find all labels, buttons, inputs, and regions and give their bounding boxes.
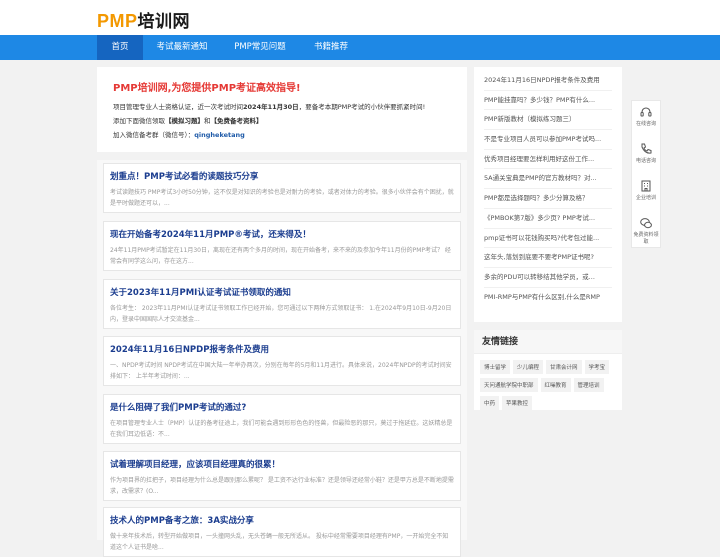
site-logo[interactable]: PMP培训网 xyxy=(97,7,190,32)
sidebar-link[interactable]: 2024年11月16日NPDP报考条件及费用 xyxy=(484,71,612,91)
friend-link[interactable]: 中药 xyxy=(480,396,500,410)
building-icon xyxy=(641,180,651,192)
article-title[interactable]: 是什么阻碍了我们PMP考试的通过? xyxy=(110,401,454,413)
sidebar-link[interactable]: pmp证书可以花钱购买吗?代考包过能... xyxy=(484,229,612,249)
corporate-training-label: 企业培训 xyxy=(635,195,656,201)
friend-link[interactable]: 红噪教育 xyxy=(540,378,571,392)
friend-link[interactable]: 少儿编程 xyxy=(513,360,544,374)
nav-exam-news[interactable]: 考试最新通知 xyxy=(150,35,214,60)
hero-line-exam-date: 项目管理专业人士资格认证，近一次考试时间2024年11月30日，要备考本期PMP… xyxy=(113,103,426,111)
logo-latin: PMP xyxy=(97,11,138,31)
sidebar-link[interactable]: PMP新版教材（模拟练习题三） xyxy=(484,110,612,131)
floating-contact-bar: 在线咨询 电话咨询 企业培训 免费资料领取 xyxy=(631,100,661,248)
friend-link[interactable]: 天问通航学院中职部 xyxy=(480,378,538,392)
friend-link[interactable]: 苹果教控 xyxy=(502,396,533,410)
article-title[interactable]: 划重点！PMP考试必看的读题技巧分享 xyxy=(110,170,454,182)
sidebar-link[interactable]: PMI-RMP与PMP有什么区别,什么是RMP xyxy=(484,288,612,308)
article-card[interactable]: 试着理解项目经理，应该项目经理真的很累！ 作为项目界的扛把子，项目经理为什么总是… xyxy=(103,451,461,501)
friend-link[interactable]: 甘肃会计网 xyxy=(546,360,582,374)
article-summary: 一、NPDP考试时间 NPDP考试在中国大陆一年举办两次，分别在每年的5月和11… xyxy=(110,362,452,380)
sidebar-link[interactable]: 《PMBOK第7版》多少页? PMP考试... xyxy=(484,209,612,229)
article-list: 划重点！PMP考试必看的读题技巧分享 考试读题技巧 PMP考试3小时50分钟，这… xyxy=(97,160,467,557)
sidebar-link[interactable]: 多余的PDU可以转移结其他学员，或... xyxy=(484,268,612,288)
friend-link[interactable]: 博士留学 xyxy=(480,360,511,374)
friend-links-title: 友情链接 xyxy=(474,330,622,354)
wechat-icon xyxy=(640,218,652,229)
sidebar-link[interactable]: 优秀项目经理要怎样利用好这份工作... xyxy=(484,150,612,170)
article-card[interactable]: 关于2023年11月PMI认证考试证书领取的通知 各位考生： 2023年11月P… xyxy=(103,279,461,329)
nav-pmp-faq[interactable]: PMP常见问题 xyxy=(228,35,292,60)
headset-icon xyxy=(640,107,652,117)
nav-home[interactable]: 首页 xyxy=(97,35,143,60)
sidebar-link[interactable]: PMP能挂靠吗？多少钱？PMP有什么... xyxy=(484,91,612,111)
article-summary: 做十来年技术后，转型开始做项目，一头撞网头乱，无头苍蝇一般无所适从。 投标中经常… xyxy=(110,533,449,551)
article-summary: 在项目管理专业人士（PMP）认证的备考征途上，我们可能会遇到形形色色的怪兽，但最… xyxy=(110,420,453,438)
main-nav: 首页 考试最新通知 PMP常见问题 书籍推荐 xyxy=(0,35,720,60)
wechat-id: qingheketang xyxy=(194,131,245,139)
sidebar-link[interactable]: 这年头,落划到底要不要考PMP证书呢? xyxy=(484,248,612,268)
nav-book-recommend[interactable]: 书籍推荐 xyxy=(306,35,356,60)
article-title[interactable]: 现在开始备考2024年11月PMP®考试，还来得及！ xyxy=(110,228,454,240)
main-content: PMP培训网,为您提供PMP考证高效指导! 项目管理专业人士资格认证，近一次考试… xyxy=(97,67,467,152)
logo-cn: 培训网 xyxy=(137,12,191,32)
sidebar-link[interactable]: 5A通关宝典是PMP的官方教材吗？对... xyxy=(484,169,612,190)
friend-links-panel: 友情链接 博士留学 少儿编程 甘肃会计网 学考宝 天问通航学院中职部 红噪教育 … xyxy=(474,330,622,410)
free-materials-label: 免费资料领取 xyxy=(633,232,659,245)
sidebar-link[interactable]: PMP都是选择题吗？多少分算及格？ xyxy=(484,189,612,209)
hero-banner: PMP培训网,为您提供PMP考证高效指导! 项目管理专业人士资格认证，近一次考试… xyxy=(97,67,467,152)
hero-title: PMP培训网,为您提供PMP考证高效指导! xyxy=(113,83,301,94)
online-consult-button[interactable]: 在线咨询 xyxy=(632,101,660,138)
article-title[interactable]: 关于2023年11月PMI认证考试证书领取的通知 xyxy=(110,286,454,298)
article-card[interactable]: 现在开始备考2024年11月PMP®考试，还来得及！ 24年11月PMP考试暂定… xyxy=(103,221,461,271)
hero-line-materials: 添加下面微信领取【模拟习题】和【免费备考资料】 xyxy=(113,117,263,125)
sidebar-hot-links: 2024年11月16日NPDP报考条件及费用 PMP能挂靠吗？多少钱？PMP有什… xyxy=(474,67,622,322)
article-summary: 各位考生： 2023年11月PMI认证考试证书领取工作已经开始，您可通过以下两种… xyxy=(110,305,452,323)
article-title[interactable]: 试着理解项目经理，应该项目经理真的很累！ xyxy=(110,458,454,470)
article-summary: 作为项目界的扛把子，项目经理为什么总是跟别那么累呢？ 是工资不达行业标准？还是领… xyxy=(110,477,454,495)
online-consult-label: 在线咨询 xyxy=(635,121,656,127)
article-summary: 24年11月PMP考试暂定在11月30日，离现在还有两个多月的时间，现在开始备考… xyxy=(110,247,451,265)
article-title[interactable]: 技术人的PMP备考之旅：3A实战分享 xyxy=(110,514,454,526)
phone-icon xyxy=(641,143,652,154)
article-summary: 考试读题技巧 PMP考试3小时50分钟，这不仅是对知识的考验也是对耐力的考验，或… xyxy=(110,189,454,207)
site-header: PMP培训网 xyxy=(0,0,720,35)
phone-consult-button[interactable]: 电话咨询 xyxy=(632,138,660,175)
free-materials-button[interactable]: 免费资料领取 xyxy=(632,212,660,249)
article-card[interactable]: 技术人的PMP备考之旅：3A实战分享 做十来年技术后，转型开始做项目，一头撞网头… xyxy=(103,507,461,557)
corporate-training-button[interactable]: 企业培训 xyxy=(632,175,660,212)
article-card[interactable]: 2024年11月16日NPDP报考条件及费用 一、NPDP考试时间 NPDP考试… xyxy=(103,336,461,386)
friend-link[interactable]: 学考宝 xyxy=(584,360,610,374)
friend-link[interactable]: 管理培训 xyxy=(573,378,604,392)
hero-line-wechat: 加入微信备考群（微信号）：qingheketang xyxy=(113,131,245,139)
phone-consult-label: 电话咨询 xyxy=(635,158,656,164)
sidebar-link[interactable]: 不是专业项目人员可以参加PMP考试吗... xyxy=(484,130,612,150)
article-card[interactable]: 划重点！PMP考试必看的读题技巧分享 考试读题技巧 PMP考试3小时50分钟，这… xyxy=(103,163,461,213)
friend-links-list: 博士留学 少儿编程 甘肃会计网 学考宝 天问通航学院中职部 红噪教育 管理培训 … xyxy=(474,354,622,416)
article-title[interactable]: 2024年11月16日NPDP报考条件及费用 xyxy=(110,343,454,355)
article-card[interactable]: 是什么阻碍了我们PMP考试的通过? 在项目管理专业人士（PMP）认证的备考征途上… xyxy=(103,394,461,444)
